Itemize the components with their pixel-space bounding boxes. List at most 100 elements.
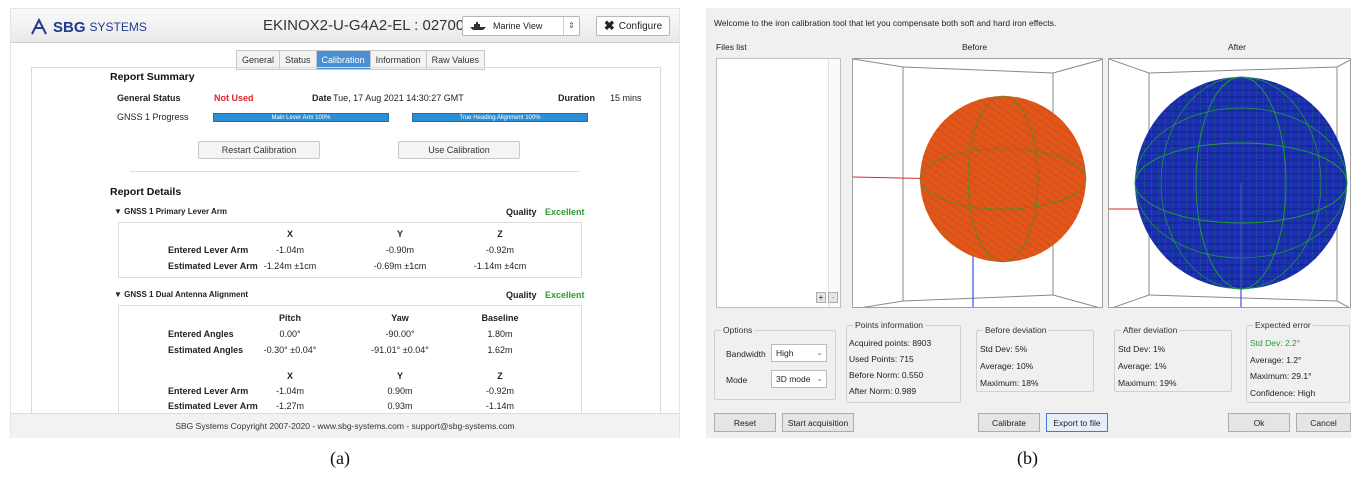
sbg-logo-icon: [31, 18, 47, 35]
used-points: Used Points: 715: [849, 354, 914, 364]
updown-arrow-icon: ⇕: [563, 17, 579, 35]
row-label: Estimated Angles: [168, 345, 244, 355]
report-container: Report Summary General Status Not Used D…: [31, 67, 661, 417]
cell-yaw: -91.01° ±0.04°: [371, 345, 429, 355]
after-maximum: Maximum: 19%: [1118, 378, 1177, 388]
after-norm: After Norm: 0.989: [849, 386, 917, 396]
cell-y: 0.90m: [387, 386, 413, 396]
options-title: Options: [721, 325, 755, 335]
report-details-title: Report Details: [110, 186, 182, 198]
dual-quality-value: Excellent: [545, 290, 585, 300]
cell-pitch: 0.00°: [279, 329, 301, 339]
lever-quality-value: Excellent: [545, 207, 585, 217]
col-pitch: Pitch: [278, 313, 302, 323]
col-z: Z: [497, 371, 503, 381]
files-list[interactable]: [716, 58, 841, 308]
lever-arm-section-title[interactable]: ▼ GNSS 1 Primary Lever Arm: [114, 207, 227, 216]
date-label: Date: [312, 93, 332, 103]
divider: [130, 171, 580, 172]
dual-antenna-section-title[interactable]: ▼ GNSS 1 Dual Antenna Alignment: [114, 290, 248, 299]
calibrate-button[interactable]: Calibrate: [978, 413, 1040, 432]
cell-baseline: 1.80m: [487, 329, 513, 339]
points-information-title: Points information: [853, 320, 926, 330]
before-sphere-plot: [853, 59, 1102, 307]
bandwidth-label: Bandwidth: [726, 349, 766, 359]
cell-z: -1.14m: [485, 401, 515, 411]
general-status-label: General Status: [117, 93, 181, 103]
after-std-dev: Std Dev: 1%: [1118, 344, 1166, 354]
mode-label: Mode: [726, 375, 748, 385]
before-average: Average: 10%: [980, 361, 1034, 371]
export-to-file-button[interactable]: Export to file: [1046, 413, 1108, 432]
row-label: Estimated Lever Arm: [168, 401, 258, 411]
logo-brand: SBG: [53, 18, 86, 36]
expected-confidence: Confidence: High: [1250, 388, 1316, 398]
restart-calibration-button[interactable]: Restart Calibration: [198, 141, 320, 159]
mode-value: 3D mode: [776, 374, 811, 384]
ok-button[interactable]: Ok: [1228, 413, 1290, 432]
row-label: Entered Lever Arm: [168, 245, 249, 255]
sbg-calibration-report-panel: SBG SYSTEMS EKINOX2-U-G4A2-EL : 02700003…: [10, 8, 680, 438]
remove-file-button[interactable]: -: [828, 292, 838, 303]
row-label: Entered Lever Arm: [168, 386, 249, 396]
report-summary-title: Report Summary: [110, 71, 195, 83]
cell-yaw: -90.00°: [385, 329, 415, 339]
row-label: Estimated Lever Arm: [168, 261, 258, 271]
cell-y: 0.93m: [387, 401, 413, 411]
bandwidth-select[interactable]: High ⌄: [771, 344, 827, 362]
wrench-icon: ✖: [603, 18, 615, 33]
configure-button[interactable]: ✖ Configure: [596, 16, 670, 36]
cell-baseline: 1.62m: [487, 345, 513, 355]
cell-z: -1.14m ±4cm: [473, 261, 527, 271]
use-calibration-button[interactable]: Use Calibration: [398, 141, 520, 159]
view-select-value: Marine View: [493, 21, 543, 31]
before-3d-view[interactable]: [852, 58, 1103, 308]
before-std-dev: Std Dev: 5%: [980, 344, 1028, 354]
files-list-scrollbar[interactable]: [828, 59, 840, 307]
expected-error-title: Expected error: [1253, 320, 1313, 330]
sbg-logo: SBG SYSTEMS: [29, 18, 147, 36]
dual-antenna-section-label: GNSS 1 Dual Antenna Alignment: [124, 290, 249, 299]
after-3d-view[interactable]: [1108, 58, 1351, 308]
before-label: Before: [962, 42, 988, 52]
collapse-triangle-icon: ▼: [114, 290, 125, 299]
cell-z: -0.92m: [485, 386, 515, 396]
iron-calibration-tool-panel: Welcome to the iron calibration tool tha…: [706, 8, 1351, 438]
view-select[interactable]: Marine View ⇕: [462, 16, 580, 36]
start-acquisition-button[interactable]: Start acquisition: [782, 413, 854, 432]
options-group: Options: [714, 325, 836, 400]
caption-a: (a): [330, 448, 350, 468]
cell-z: -0.92m: [485, 245, 515, 255]
lever-quality-label: Quality: [506, 207, 537, 217]
col-y: Y: [396, 229, 404, 239]
ship-icon: [470, 22, 486, 30]
dual-quality-label: Quality: [506, 290, 537, 300]
cell-y: -0.90m: [385, 245, 415, 255]
col-x: X: [286, 371, 294, 381]
reset-button[interactable]: Reset: [714, 413, 776, 432]
col-baseline: Baseline: [481, 313, 519, 323]
duration-label: Duration: [558, 93, 595, 103]
caption-b: (b): [1017, 448, 1038, 468]
general-status-value: Not Used: [214, 93, 254, 103]
mode-select[interactable]: 3D mode ⌄: [771, 370, 827, 388]
expected-std-dev: Std Dev: 2.2°: [1250, 338, 1301, 348]
chevron-down-icon: ⌄: [816, 348, 823, 357]
cancel-button[interactable]: Cancel: [1296, 413, 1351, 432]
add-file-button[interactable]: +: [816, 292, 826, 303]
after-label: After: [1228, 42, 1246, 52]
configure-label: Configure: [618, 20, 663, 32]
cell-x: -1.27m: [275, 401, 305, 411]
expected-maximum: Maximum: 29.1°: [1250, 371, 1312, 381]
col-x: X: [286, 229, 294, 239]
expected-average: Average: 1.2°: [1250, 355, 1302, 365]
date-value: Tue, 17 Aug 2021 14:30:27 GMT: [333, 93, 464, 103]
copyright-footer: SBG Systems Copyright 2007-2020 - www.sb…: [11, 413, 679, 438]
true-heading-progress: True Heading Alignment 100%: [412, 113, 588, 122]
cell-pitch: -0.30° ±0.04°: [263, 345, 317, 355]
collapse-triangle-icon: ▼: [114, 207, 125, 216]
acquired-points: Acquired points: 8903: [849, 338, 932, 348]
cell-x: -1.04m: [275, 386, 305, 396]
before-norm: Before Norm: 0.550: [849, 370, 924, 380]
welcome-text: Welcome to the iron calibration tool tha…: [714, 18, 1057, 28]
